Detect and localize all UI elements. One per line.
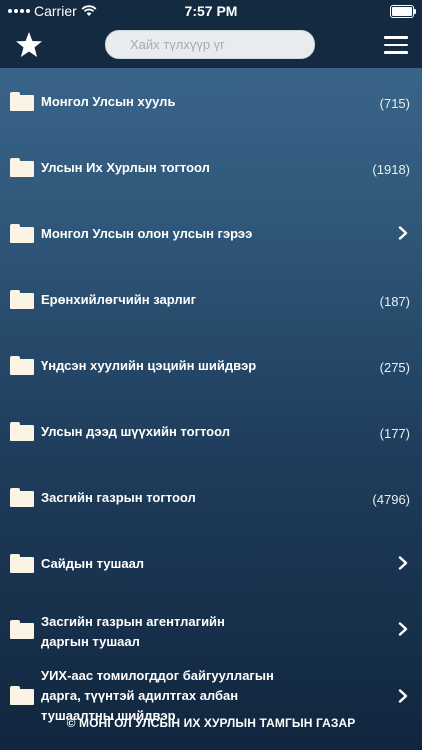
list-item[interactable]: Улсын Их Хурлын тогтоол (1918) bbox=[0, 134, 422, 200]
category-list: Монгол Улсын хууль (715) Улсын Их Хурлын… bbox=[0, 68, 422, 750]
folder-icon bbox=[10, 620, 34, 639]
folder-icon bbox=[10, 92, 34, 111]
star-icon[interactable] bbox=[14, 30, 44, 60]
list-item[interactable]: Ерөнхийлөгчийн зарлиг (187) bbox=[0, 266, 422, 332]
nav-bar: Хайх түлхүүр үг bbox=[0, 22, 422, 68]
list-item-label: Ерөнхийлөгчийн зарлиг bbox=[41, 292, 197, 307]
list-item[interactable]: Монгол Улсын олон улсын гэрээ bbox=[0, 200, 422, 266]
list-item-label: Сайдын тушаал bbox=[41, 556, 145, 571]
folder-icon bbox=[10, 686, 34, 705]
list-item-count: (715) bbox=[379, 96, 410, 111]
list-item-label-line: дарга, түүнтэй адилтгах албан bbox=[41, 688, 239, 703]
list-item[interactable]: Улсын дээд шүүхийн тогтоол (177) bbox=[0, 398, 422, 464]
chevron-right-icon bbox=[398, 622, 408, 636]
folder-icon bbox=[10, 554, 34, 573]
folder-icon bbox=[10, 158, 34, 177]
list-item[interactable]: УИХ-аас томилогддог байгууллагын дарга, … bbox=[0, 662, 422, 750]
folder-icon bbox=[10, 224, 34, 243]
list-item[interactable]: Монгол Улсын хууль (715) bbox=[0, 68, 422, 134]
list-item-count: (275) bbox=[379, 360, 410, 375]
list-item[interactable]: Засгийн газрын агентлагийн даргын тушаал bbox=[0, 596, 422, 662]
chevron-right-icon bbox=[398, 556, 408, 570]
copyright-footer: © МОНГОЛ УЛСЫН ИХ ХУРЛЫН ТАМГЫН ГАЗАР bbox=[66, 716, 356, 730]
list-item-count: (177) bbox=[379, 426, 410, 441]
folder-icon bbox=[10, 488, 34, 507]
hamburger-menu-icon[interactable] bbox=[384, 36, 408, 54]
battery-icon bbox=[390, 5, 416, 18]
list-item-label-line: УИХ-аас томилогддог байгууллагын bbox=[41, 668, 274, 683]
status-bar: Carrier 7:57 PM bbox=[0, 0, 422, 22]
list-item[interactable]: Сайдын тушаал bbox=[0, 530, 422, 596]
chevron-right-icon bbox=[398, 226, 408, 240]
list-item-label: Монгол Улсын олон улсын гэрээ bbox=[41, 226, 253, 241]
folder-icon bbox=[10, 422, 34, 441]
list-item-label: Монгол Улсын хууль bbox=[41, 94, 176, 109]
list-item-label: Улсын дээд шүүхийн тогтоол bbox=[41, 424, 230, 439]
search-input[interactable]: Хайх түлхүүр үг bbox=[105, 30, 315, 59]
list-item-label: Засгийн газрын тогтоол bbox=[41, 490, 196, 505]
list-item-count: (4796) bbox=[372, 492, 410, 507]
list-item-count: (187) bbox=[379, 294, 410, 309]
folder-icon bbox=[10, 356, 34, 375]
folder-icon bbox=[10, 290, 34, 309]
status-time: 7:57 PM bbox=[184, 3, 238, 19]
list-item[interactable]: Засгийн газрын тогтоол (4796) bbox=[0, 464, 422, 530]
list-item-label: Засгийн газрын агентлагийн даргын тушаал bbox=[41, 612, 321, 652]
list-item-label: Үндсэн хуулийн цэцийн шийдвэр bbox=[41, 358, 257, 373]
list-item-label-line: Засгийн газрын агентлагийн bbox=[41, 614, 225, 629]
list-item-label-line: даргын тушаал bbox=[41, 634, 140, 649]
list-item[interactable]: Үндсэн хуулийн цэцийн шийдвэр (275) bbox=[0, 332, 422, 398]
list-item-count: (1918) bbox=[372, 162, 410, 177]
chevron-right-icon bbox=[398, 689, 408, 703]
list-item-label: Улсын Их Хурлын тогтоол bbox=[41, 160, 210, 175]
